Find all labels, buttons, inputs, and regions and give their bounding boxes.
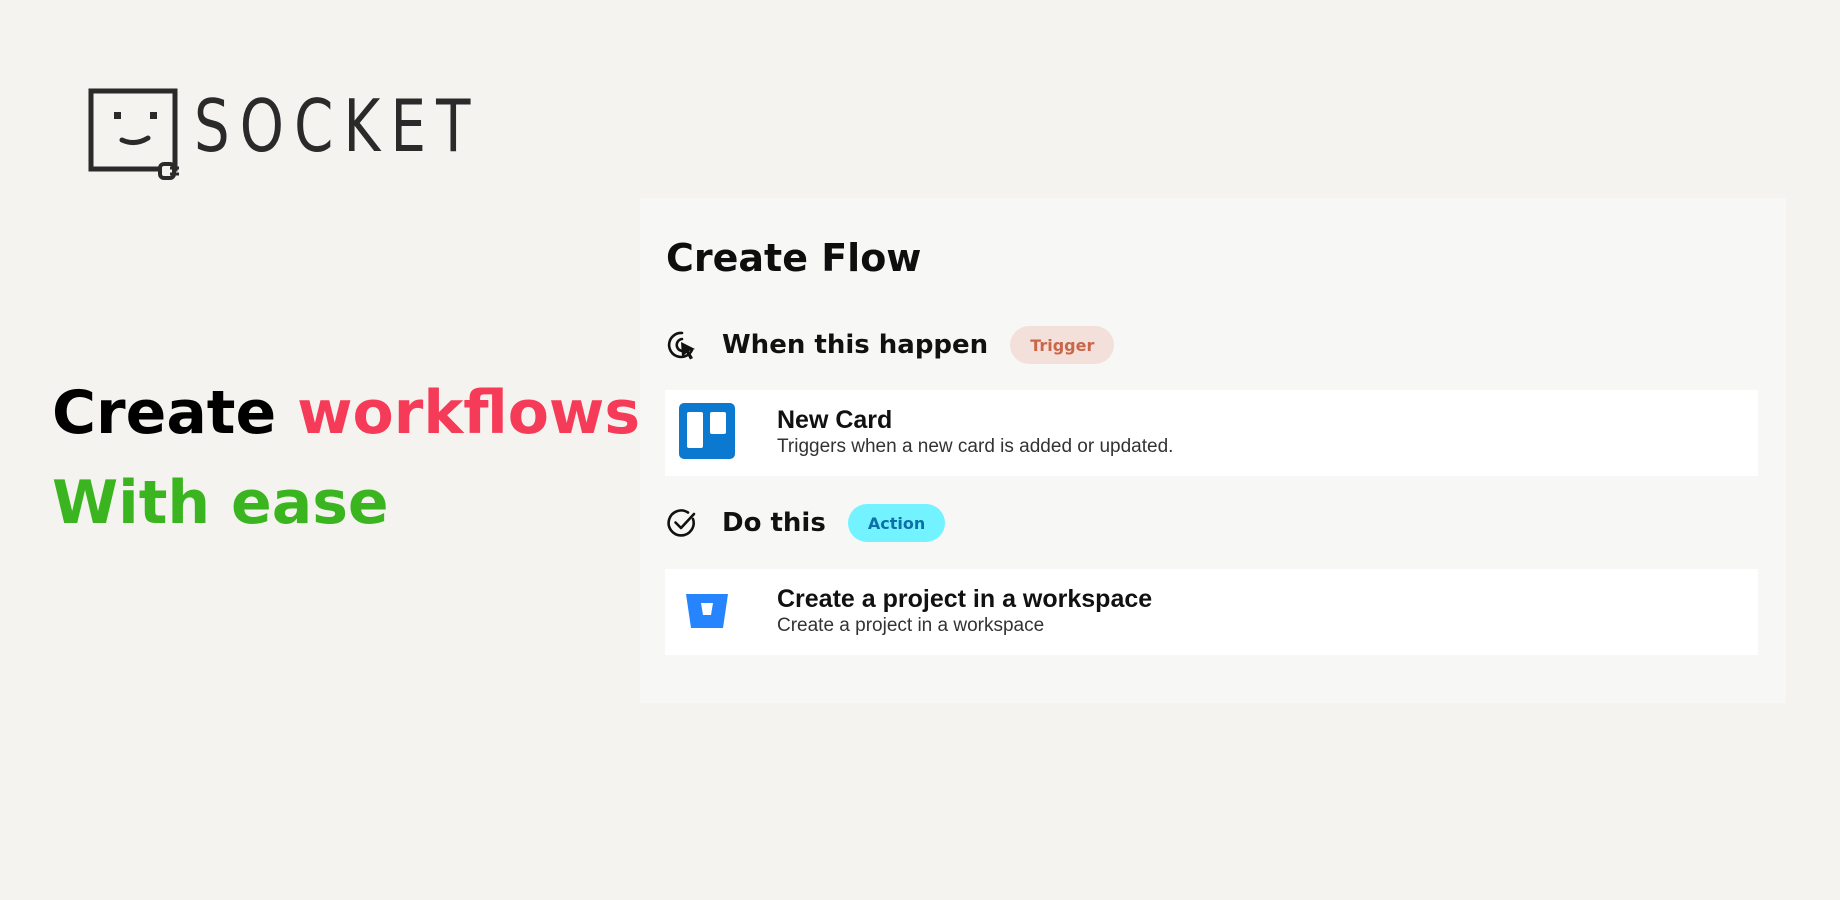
- brand-logo: SOCKET: [88, 88, 561, 180]
- trigger-item[interactable]: New Card Triggers when a new card is add…: [665, 390, 1758, 476]
- action-item[interactable]: Create a project in a workspace Create a…: [665, 569, 1758, 655]
- trigger-item-description: Triggers when a new card is added or upd…: [777, 436, 1174, 457]
- check-circle-icon: [667, 509, 696, 537]
- action-item-title: Create a project in a workspace: [777, 585, 1153, 613]
- hero-headline: Create workflows With ease: [52, 368, 640, 548]
- action-item-description: Create a project in a workspace: [777, 615, 1045, 636]
- trigger-section-header: When this happen Trigger: [666, 326, 1115, 364]
- trello-icon: [679, 403, 735, 459]
- trigger-section-label: When this happen: [722, 330, 989, 360]
- page-title: Create Flow: [666, 236, 922, 280]
- headline-accent: workflows: [297, 378, 641, 448]
- bitbucket-icon: [686, 594, 728, 628]
- trigger-item-title: New Card: [777, 406, 893, 434]
- headline-plain: Create: [52, 378, 277, 448]
- action-section-header: Do this Action: [666, 504, 946, 542]
- pointer-click-icon: [667, 331, 695, 360]
- create-flow-panel: Create Flow When this happen Trigger New…: [640, 198, 1786, 703]
- action-section-label: Do this: [722, 508, 826, 538]
- brand-wordmark: SOCKET: [194, 84, 481, 168]
- headline-line-1: Create workflows: [52, 368, 640, 458]
- socket-logo-icon: [88, 88, 179, 180]
- trigger-badge: Trigger: [1010, 326, 1115, 364]
- headline-line-2: With ease: [52, 468, 389, 538]
- action-badge: Action: [847, 504, 946, 542]
